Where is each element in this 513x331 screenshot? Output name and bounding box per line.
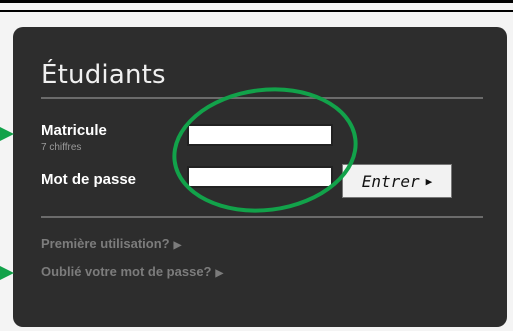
- enter-button-label: Entrer: [361, 171, 420, 191]
- triangle-right-icon: ▶: [173, 240, 182, 251]
- forgot-password-link[interactable]: Oublié votre mot de passe? ▶: [41, 264, 223, 279]
- password-label: Mot de passe: [41, 171, 137, 188]
- triangle-right-icon: ▶: [215, 268, 224, 279]
- first-use-link-label: Première utilisation?: [41, 236, 170, 251]
- enter-button[interactable]: Entrer ▶: [342, 164, 452, 198]
- matricule-hint: 7 chiffres: [41, 142, 82, 153]
- forgot-password-link-label: Oublié votre mot de passe?: [41, 264, 212, 279]
- first-use-link[interactable]: Première utilisation? ▶: [41, 236, 181, 251]
- links-divider: [41, 216, 483, 218]
- top-border-secondary: [0, 10, 513, 12]
- pointer-arrow-icon: [0, 127, 14, 141]
- triangle-right-icon: ▶: [425, 174, 433, 188]
- matricule-label: Matricule: [41, 122, 107, 139]
- pointer-arrow-icon: [0, 266, 14, 280]
- panel-title: Étudiants: [41, 60, 166, 90]
- top-border: [0, 0, 513, 3]
